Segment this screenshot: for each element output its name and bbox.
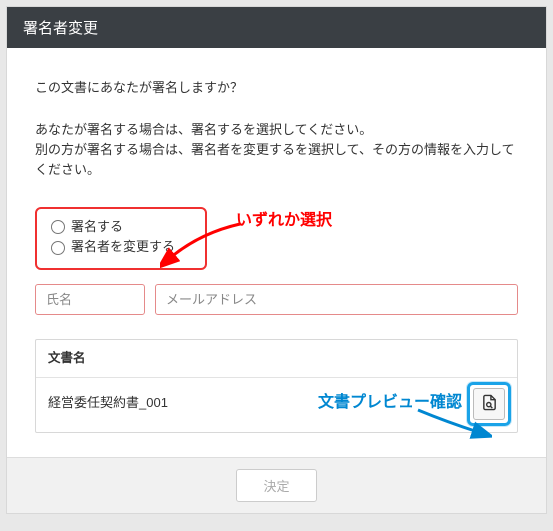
description-line-1: あなたが署名する場合は、署名するを選択してください。 [35, 122, 372, 137]
radio-sign-input[interactable] [51, 220, 65, 234]
document-preview-button[interactable] [473, 388, 505, 420]
radio-change-signer-input[interactable] [51, 241, 65, 255]
signer-info-inputs [35, 284, 518, 315]
document-label: 文書名 [36, 340, 517, 377]
radio-change-signer[interactable]: 署名者を変更する [51, 237, 191, 258]
radio-sign[interactable]: 署名する [51, 217, 191, 238]
document-section: 文書名 経営委任契約書_001 [35, 339, 518, 432]
email-field[interactable] [155, 284, 518, 315]
document-preview-icon [481, 394, 498, 414]
name-field[interactable] [35, 284, 145, 315]
description-line-2: 別の方が署名する場合は、署名者を変更するを選択して、その方の情報を入力してくださ… [35, 142, 515, 177]
modal-title: 署名者変更 [23, 20, 98, 37]
document-row: 経営委任契約書_001 [36, 378, 517, 432]
radio-change-signer-label: 署名者を変更する [71, 237, 175, 258]
radio-sign-label: 署名する [71, 217, 123, 238]
submit-button[interactable]: 決定 [236, 469, 316, 502]
description-text: あなたが署名する場合は、署名するを選択してください。 別の方が署名する場合は、署… [35, 120, 518, 180]
signer-change-modal: 署名者変更 この文書にあなたが署名しますか？ あなたが署名する場合は、署名するを… [6, 6, 547, 514]
modal-body: この文書にあなたが署名しますか？ あなたが署名する場合は、署名するを選択してくだ… [7, 48, 546, 457]
modal-header: 署名者変更 [7, 7, 546, 48]
question-text: この文書にあなたが署名しますか？ [35, 78, 518, 98]
radio-group-highlight: 署名する 署名者を変更する [35, 207, 207, 271]
document-name: 経営委任契約書_001 [48, 393, 168, 413]
modal-footer: 決定 [7, 457, 546, 513]
